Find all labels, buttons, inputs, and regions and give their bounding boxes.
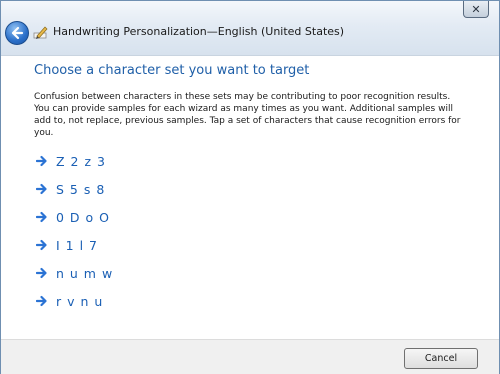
character-set-option[interactable]: I 1 l 7 [36,235,156,255]
character-set-option[interactable]: r v n u [36,291,156,311]
handwriting-pen-icon [33,26,48,39]
page-description: Confusion between characters in these se… [34,92,461,138]
close-icon: ✕ [471,2,481,16]
character-set-option[interactable]: 0 D o O [36,207,156,227]
close-button[interactable]: ✕ [463,1,489,18]
character-set-option[interactable]: S 5 s 8 [36,179,156,199]
character-set-label: S 5 s 8 [56,181,106,197]
arrow-right-icon [36,295,47,307]
arrow-right-icon [36,211,47,223]
arrow-right-icon [36,183,47,195]
character-set-label: Z 2 z 3 [56,153,106,169]
footer-bar: Cancel [1,339,499,374]
back-button[interactable] [5,21,29,45]
character-set-label: I 1 l 7 [56,237,98,253]
page-heading: Choose a character set you want to targe… [34,63,310,78]
wizard-window: ✕ Handwriting Personalization—English (U… [0,0,500,374]
title-bar: ✕ Handwriting Personalization—English (U… [1,1,499,56]
character-set-option[interactable]: n u m w [36,263,156,283]
character-set-label: 0 D o O [56,209,110,225]
cancel-button[interactable]: Cancel [404,348,478,369]
arrow-right-icon [36,155,47,167]
arrow-right-icon [36,239,47,251]
back-arrow-icon [11,26,24,40]
window-title: Handwriting Personalization—English (Uni… [53,25,345,38]
character-set-label: r v n u [56,293,104,309]
character-set-label: n u m w [56,265,114,281]
arrow-right-icon [36,267,47,279]
character-set-option[interactable]: Z 2 z 3 [36,151,156,171]
